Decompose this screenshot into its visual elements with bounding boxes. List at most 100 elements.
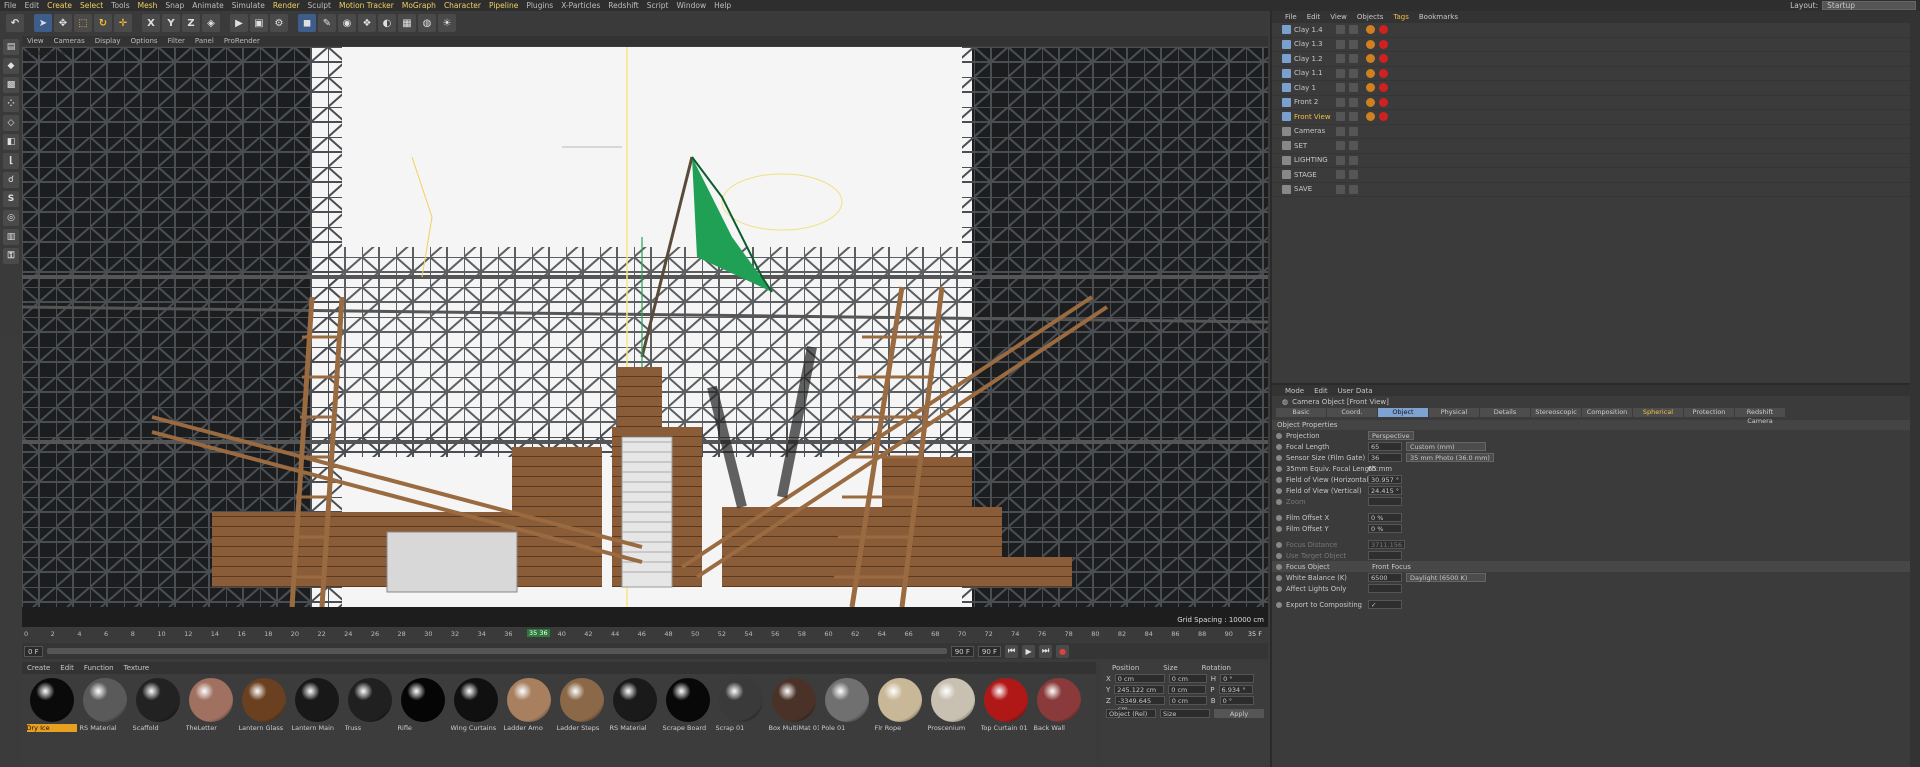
axis-mode-icon[interactable]: ⌊	[3, 153, 19, 169]
material-swatch[interactable]: Lantern Glass	[238, 678, 289, 736]
animation-dot-icon[interactable]	[1276, 574, 1282, 581]
object-name[interactable]: Front View	[1272, 113, 1332, 121]
material-ball[interactable]	[241, 678, 286, 722]
check-icon[interactable]	[1349, 83, 1358, 93]
tab-stereoscopic[interactable]: Stereoscopic	[1531, 408, 1581, 417]
attribute-field[interactable]: 0 %	[1368, 513, 1402, 522]
snap-icon[interactable]: S	[3, 191, 19, 207]
coord-position-field[interactable]: 0 cm	[1114, 674, 1165, 683]
check-icon[interactable]	[1349, 126, 1358, 136]
object-name[interactable]: LIGHTING	[1272, 156, 1332, 164]
menu-plugins[interactable]: Plugins	[522, 1, 557, 10]
animation-dot-icon[interactable]	[1276, 498, 1282, 505]
visibility-dots-icon[interactable]	[1336, 126, 1345, 136]
tab-basic[interactable]: Basic	[1276, 408, 1326, 417]
material-menu-edit[interactable]: Edit	[55, 664, 79, 672]
object-menu-objects[interactable]: Objects	[1352, 13, 1388, 21]
menu-mograph[interactable]: MoGraph	[398, 1, 440, 10]
scale-icon[interactable]: ⬚	[74, 14, 92, 32]
menu-sculpt[interactable]: Sculpt	[304, 1, 335, 10]
visibility-dots-icon[interactable]	[1336, 25, 1345, 35]
material-swatch[interactable]: Back Wall	[1033, 678, 1084, 736]
coord-mode-dropdown[interactable]: Object (Rel)	[1106, 709, 1156, 718]
object-row[interactable]: Front View	[1272, 110, 1920, 125]
menu-create[interactable]: Create	[43, 1, 76, 10]
viewport-menu-prorender[interactable]: ProRender	[219, 37, 265, 45]
first-frame-icon[interactable]: ⏮	[1005, 644, 1019, 658]
material-ball[interactable]	[983, 678, 1028, 722]
object-menu-edit[interactable]: Edit	[1302, 13, 1326, 21]
visibility-dots-icon[interactable]	[1336, 68, 1345, 78]
cube-icon[interactable]: ◼	[298, 14, 316, 32]
material-ball[interactable]	[877, 678, 922, 722]
rotate-icon[interactable]: ↻	[94, 14, 112, 32]
animation-dot-icon[interactable]	[1276, 487, 1282, 494]
material-swatch[interactable]: Proscenium	[927, 678, 978, 736]
menu-simulate[interactable]: Simulate	[228, 1, 269, 10]
material-swatch[interactable]: Dry Ice	[26, 678, 77, 736]
attribute-field[interactable]	[1368, 551, 1402, 560]
lock-icon[interactable]: ⚿	[3, 248, 19, 264]
animation-dot-icon[interactable]	[1276, 465, 1282, 472]
material-swatch[interactable]: Ladder Amo	[503, 678, 554, 736]
menu-snap[interactable]: Snap	[161, 1, 188, 10]
material-ball[interactable]	[29, 678, 74, 722]
layout-dropdown[interactable]: Startup	[1822, 1, 1916, 10]
coord-size-field[interactable]: 0 cm	[1168, 674, 1207, 683]
animation-dot-icon[interactable]	[1276, 601, 1282, 608]
make-editable-icon[interactable]: ▤	[3, 39, 19, 55]
material-ball[interactable]	[612, 678, 657, 722]
object-name[interactable]: Clay 1	[1272, 84, 1332, 92]
coord-rotation-field[interactable]: 0 °	[1219, 696, 1254, 705]
play-icon[interactable]: ▶	[1022, 644, 1036, 658]
undo-icon[interactable]: ↶	[6, 14, 24, 32]
attribute-preset-dropdown[interactable]: Daylight (6500 K)	[1406, 573, 1486, 582]
visibility-dots-icon[interactable]	[1336, 112, 1345, 122]
size-mode-dropdown[interactable]: Size	[1160, 709, 1210, 718]
material-ball[interactable]	[453, 678, 498, 722]
timeline[interactable]: 0246810121416182022242628303234363840424…	[22, 628, 1268, 642]
material-swatch[interactable]: Scaffold	[132, 678, 183, 736]
object-row[interactable]: Clay 1.2	[1272, 52, 1920, 67]
material-swatch[interactable]: Rifle	[397, 678, 448, 736]
attribute-field[interactable]	[1368, 584, 1402, 593]
material-ball[interactable]	[347, 678, 392, 722]
grid-icon[interactable]: ▥	[3, 229, 19, 245]
animation-dot-icon[interactable]	[1276, 585, 1282, 592]
material-swatch[interactable]: Ladder Steps	[556, 678, 607, 736]
check-icon[interactable]	[1349, 184, 1358, 194]
object-row[interactable]: Clay 1.4	[1272, 23, 1920, 38]
tab-protection[interactable]: Protection	[1684, 408, 1734, 417]
material-swatch[interactable]: Box MultiMat 01	[768, 678, 819, 736]
animation-dot-icon[interactable]	[1276, 525, 1282, 532]
layout-selector[interactable]: Layout: Startup	[1790, 0, 1916, 11]
axis-x-icon[interactable]: X	[142, 14, 160, 32]
viewport-menu-options[interactable]: Options	[126, 37, 163, 45]
attribute-field[interactable]: 3711.156	[1368, 540, 1406, 549]
material-ball[interactable]	[1036, 678, 1081, 722]
menu-help[interactable]: Help	[710, 1, 735, 10]
object-row[interactable]: Cameras	[1272, 125, 1920, 139]
material-swatch[interactable]: Wing Curtains	[450, 678, 501, 736]
object-row[interactable]: Clay 1	[1272, 81, 1920, 96]
object-name[interactable]: Clay 1.1	[1272, 69, 1332, 77]
menu-tools[interactable]: Tools	[107, 1, 133, 10]
transform-icon[interactable]: ✛	[114, 14, 132, 32]
select-arrow-icon[interactable]: ➤	[34, 14, 52, 32]
check-icon[interactable]	[1349, 39, 1358, 49]
visibility-dots-icon[interactable]	[1336, 170, 1345, 180]
object-name[interactable]: Cameras	[1272, 127, 1332, 135]
material-ball[interactable]	[665, 678, 710, 722]
frame-range-slider[interactable]	[46, 648, 947, 654]
menu-file[interactable]: File	[0, 1, 21, 10]
menu-render[interactable]: Render	[269, 1, 304, 10]
attribute-field[interactable]: 6500	[1368, 573, 1402, 582]
apply-button[interactable]: Apply	[1214, 709, 1264, 718]
material-swatch[interactable]: Flr Rope	[874, 678, 925, 736]
material-swatch[interactable]: RS Material	[609, 678, 660, 736]
coord-size-field[interactable]: 0 cm	[1168, 696, 1207, 705]
animation-dot-icon[interactable]	[1276, 552, 1282, 559]
cloner-icon[interactable]: ❖	[358, 14, 376, 32]
material-menu-texture[interactable]: Texture	[119, 664, 155, 672]
visibility-dots-icon[interactable]	[1336, 184, 1345, 194]
